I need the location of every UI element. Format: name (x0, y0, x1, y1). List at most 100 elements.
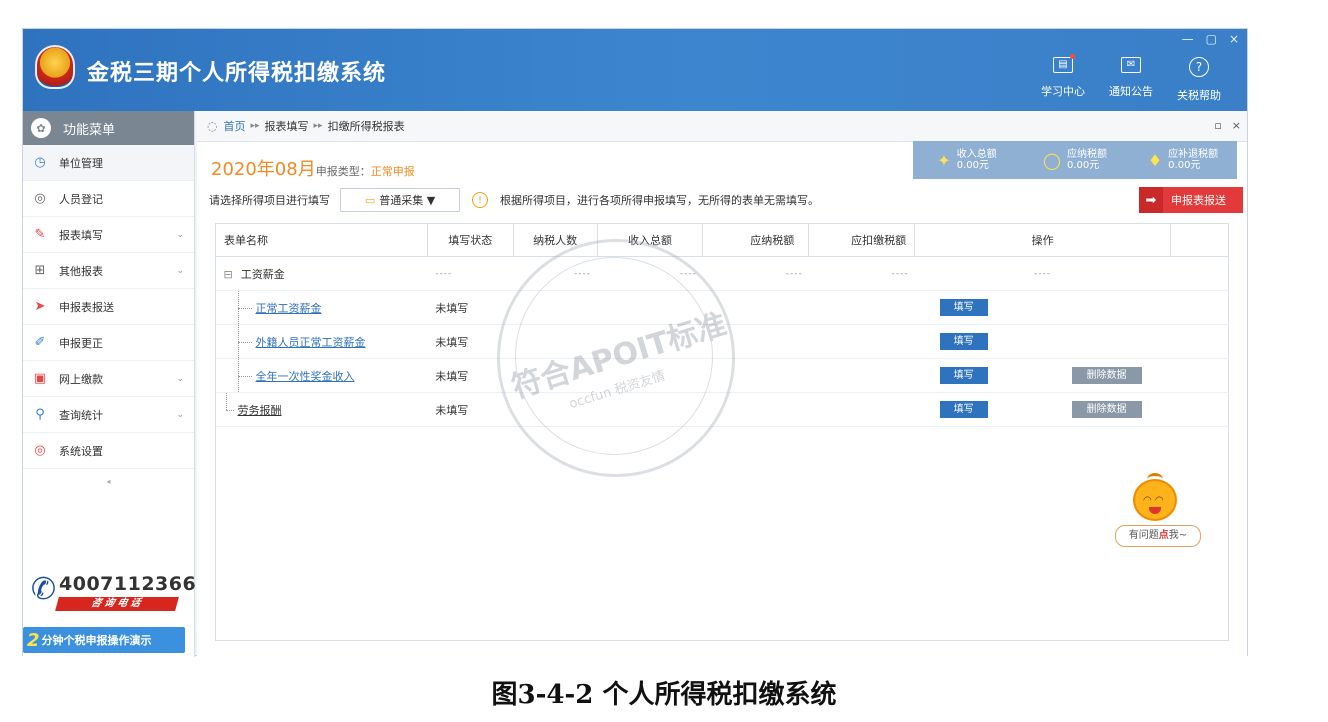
breadcrumb-level3: 扣缴所得税报表 (327, 120, 405, 133)
sidebar-item-unit-management[interactable]: ◷ 单位管理 (23, 145, 194, 181)
hotline-tag: 咨询电话 (55, 597, 179, 611)
collection-mode-select[interactable]: ▭ 普通采集 ▼ (340, 188, 460, 212)
select-value: 普通采集 ▼ (379, 194, 436, 207)
table-row: ⊟ 工资薪金 ---- ---- ---- ---- ---- ---- (215, 256, 1229, 291)
col-tax-withheld: 应扣缴税额 (808, 223, 916, 257)
notice-button[interactable]: ✉ 通知公告 (1101, 57, 1161, 99)
assistant-mascot[interactable]: ◠ ◠ 有问题点我~ (1111, 473, 1203, 553)
sidebar-item-report-fill[interactable]: ✎ 报表填写 ⌄ (23, 217, 194, 253)
row-income: ---- (597, 256, 703, 291)
fill-button[interactable]: 填写 (939, 367, 988, 384)
stat-label: 收入总额 (956, 149, 997, 160)
ring-icon: ◯ (1043, 150, 1061, 170)
sidebar-item-report-correct[interactable]: ✐ 申报更正 (23, 325, 194, 361)
sidebar-item-query[interactable]: ⚲ 查询统计 ⌄ (23, 397, 194, 433)
close-icon[interactable]: × (1229, 32, 1239, 46)
row-taxpayers (513, 392, 598, 427)
row-status: 未填写 (427, 290, 514, 325)
table-row: 正常工资薪金 未填写 填写 (215, 290, 1229, 325)
breadcrumb-separator: ▸▸ (250, 121, 260, 131)
sidebar-item-label: 其他报表 (59, 264, 103, 278)
row-name-link[interactable]: 正常工资薪金 (256, 302, 322, 315)
col-empty (1170, 223, 1229, 257)
delete-data-button[interactable]: 删除数据 (1071, 367, 1142, 384)
toolbar-label: 请选择所得项目进行填写 (209, 194, 330, 207)
sidebar-item-online-payment[interactable]: ▣ 网上缴款 ⌄ (23, 361, 194, 397)
row-tax-withheld: ---- (808, 256, 915, 291)
declaration-period: 2020年08月申报类型：正常申报 (211, 155, 415, 181)
row-name-link[interactable]: 劳务报酬 (238, 404, 282, 417)
list-icon: ▭ (364, 193, 376, 207)
delete-data-button[interactable]: 删除数据 (1071, 401, 1142, 418)
hotline-number: 4007112366 (59, 573, 197, 595)
collapse-toggle-icon[interactable]: ⊟ (224, 268, 233, 281)
row-taxpayers: ---- (513, 256, 598, 291)
stat-label: 应补退税额 (1168, 149, 1219, 160)
row-tax-withheld (808, 392, 915, 427)
edit-icon: ✎ (34, 226, 46, 242)
declare-send-button[interactable]: ➡ 申报表报送 (1139, 187, 1243, 213)
tax-emblem-logo (35, 45, 75, 89)
help-button[interactable]: ? 关税帮助 (1169, 57, 1229, 103)
row-operation: 填写 (914, 324, 1171, 359)
money-bag-icon: ♦ (1147, 150, 1163, 170)
row-name-link[interactable]: 全年一次性奖金收入 (256, 370, 355, 383)
row-operation: 填写 (914, 290, 1171, 325)
row-tax-payable (702, 324, 809, 359)
stat-label: 应纳税额 (1066, 149, 1107, 160)
minimize-icon[interactable]: — (1182, 32, 1194, 46)
fill-button[interactable]: 填写 (939, 299, 988, 316)
correct-icon: ✐ (34, 334, 46, 350)
row-name: 外籍人员正常工资薪金 (215, 324, 428, 359)
row-operation: 填写 删除数据 (914, 358, 1171, 393)
col-tax-payable: 应纳税额 (702, 223, 810, 257)
row-name-link[interactable]: 外籍人员正常工资薪金 (256, 336, 366, 349)
row-empty (1170, 392, 1229, 427)
breadcrumb: ◌ 首页 ▸▸ 报表填写 ▸▸ 扣缴所得税报表 ▫ × (197, 111, 1247, 142)
collapse-handle[interactable]: ◂ (23, 477, 194, 486)
fill-button[interactable]: 填写 (939, 333, 988, 350)
stat-value: 0.00元 (1168, 160, 1201, 171)
row-taxpayers (513, 290, 598, 325)
row-taxpayers (513, 358, 598, 393)
row-operation: 填写 删除数据 (914, 392, 1171, 427)
chevron-down-icon: ⌄ (176, 229, 184, 240)
tab-restore-icon[interactable]: ▫ (1214, 119, 1221, 132)
row-income (597, 358, 703, 393)
fill-button[interactable]: 填写 (939, 401, 988, 418)
sidebar-item-label: 申报更正 (59, 336, 103, 350)
settings-icon: ◎ (34, 442, 46, 458)
tab-close-icon[interactable]: × (1232, 119, 1241, 132)
person-icon: ◎ (34, 190, 46, 206)
help-label: 关税帮助 (1177, 89, 1221, 102)
col-status: 填写状态 (426, 223, 514, 257)
chevron-down-icon: ⌄ (176, 373, 184, 384)
sidebar-item-report-send[interactable]: ➤ 申报表报送 (23, 289, 194, 325)
demo-banner[interactable]: 2 分钟个税申报操作演示 (23, 627, 185, 653)
table-row: 劳务报酬 未填写 填写 删除数据 (215, 392, 1229, 427)
arrow-right-icon: ➡ (1139, 187, 1163, 213)
sidebar-item-label: 查询统计 (59, 408, 103, 422)
row-taxpayers (513, 324, 598, 359)
stats-panel: ✦ 收入总额 0.00元 ◯ 应纳税额 0.00元 ♦ 应补退税额 0.00元 (913, 141, 1237, 179)
menu-icon: ✿ (31, 118, 51, 138)
toolbar: 请选择所得项目进行填写 ▭ 普通采集 ▼ ! 根据所得项目，进行各项所得申报填写… (209, 187, 1243, 213)
sidebar-item-other-reports[interactable]: ⊞ 其他报表 ⌄ (23, 253, 194, 289)
breadcrumb-level2[interactable]: 报表填写 (265, 118, 309, 134)
stat-value: 0.00元 (956, 160, 989, 171)
sidebar-item-person-register[interactable]: ◎ 人员登记 (23, 181, 194, 217)
study-center-button[interactable]: ▤ 学习中心 (1033, 54, 1093, 99)
row-status: 未填写 (427, 324, 514, 359)
coins-icon: ✦ (937, 150, 951, 170)
mascot-speech-bubble: 有问题点我~ (1115, 525, 1201, 547)
breadcrumb-home[interactable]: 首页 (223, 118, 245, 134)
row-empty (1170, 358, 1229, 393)
row-tax-withheld (808, 290, 915, 325)
send-icon: ➤ (34, 298, 46, 314)
restore-icon[interactable]: ▢ (1206, 32, 1217, 46)
home-icon[interactable]: ◌ (207, 119, 217, 133)
sidebar-item-label: 人员登记 (59, 192, 103, 206)
sidebar-item-settings[interactable]: ◎ 系统设置 (23, 433, 194, 469)
row-operation: ---- (914, 256, 1171, 291)
row-status: ---- (427, 256, 514, 291)
